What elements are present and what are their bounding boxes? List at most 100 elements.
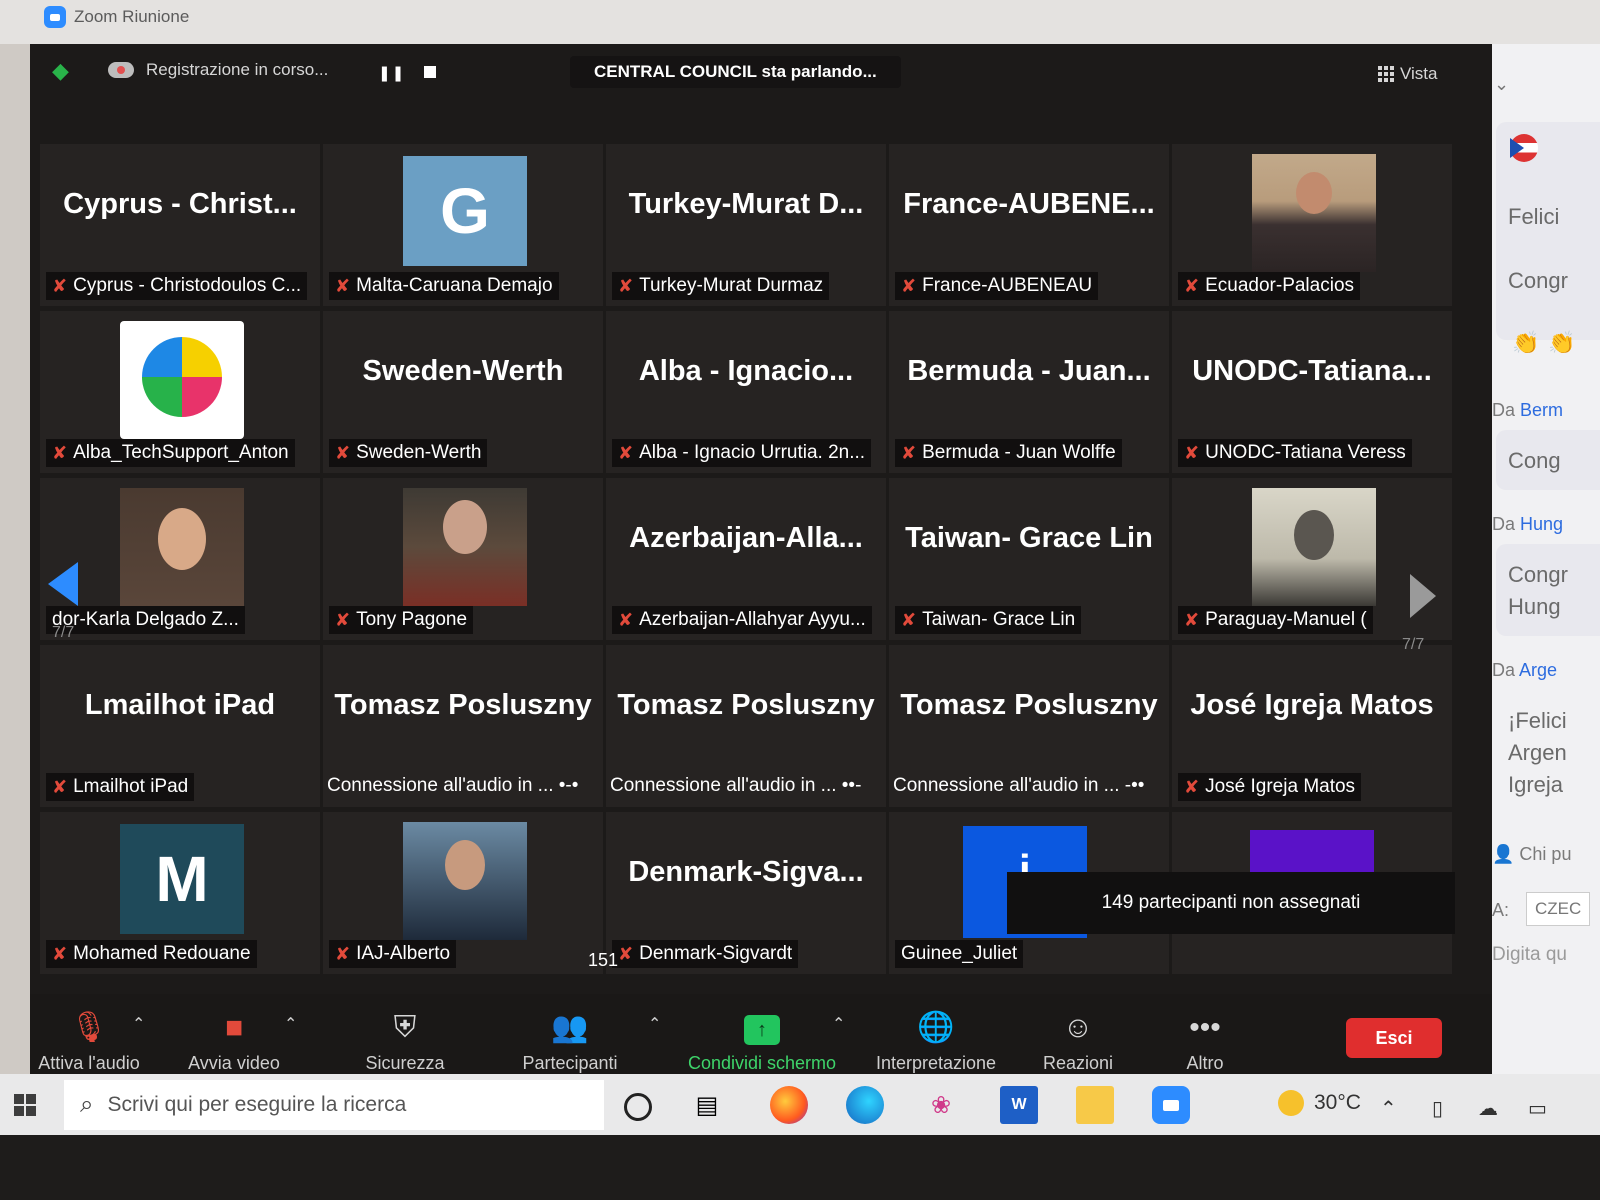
recording-status: Registrazione in corso... <box>146 60 329 79</box>
participant-tile[interactable]: M ✘ Mohamed Redouane <box>40 812 320 974</box>
reactions-button[interactable]: ☺ Reazioni <box>1038 994 1118 1082</box>
edge-icon[interactable] <box>846 1086 884 1124</box>
participant-name-label: ✘ Bermuda - Juan Wolffe <box>895 439 1122 467</box>
taskbar-search-input[interactable]: ⌕ Scrivi qui per eseguire la ricerca <box>64 1080 604 1130</box>
encryption-shield-icon[interactable]: ◆ <box>52 58 72 83</box>
participant-name-label: ✘ UNODC-Tatiana Veress <box>1178 439 1412 467</box>
participant-name-label: ✘ Mohamed Redouane <box>46 940 257 968</box>
participant-tile[interactable]: ✘ IAJ-Alberto <box>323 812 603 974</box>
participant-name-text: Tony Pagone <box>356 609 468 630</box>
unmute-button[interactable]: 🎙 Attiva l'audio <box>30 994 148 1082</box>
sun-icon <box>1278 1090 1304 1116</box>
muted-microphone-icon: 🎙 <box>69 1011 109 1044</box>
interpretation-button[interactable]: 🌐 Interpretazione <box>868 994 1004 1082</box>
video-options-caret-icon[interactable]: ⌃ <box>284 1014 297 1034</box>
meeting-window: ◆ Registrazione in corso... ❚❚ CENTRAL C… <box>30 44 1492 1074</box>
next-page-icon[interactable] <box>1410 574 1436 618</box>
pause-recording-icon[interactable]: ❚❚ <box>378 64 405 82</box>
word-icon[interactable]: W <box>1000 1086 1038 1124</box>
participant-name-text: France-AUBENEAU <box>922 275 1093 296</box>
task-view-icon[interactable]: ▤ <box>688 1086 726 1124</box>
security-button[interactable]: ⛨ Sicurezza <box>350 994 460 1082</box>
participant-tile[interactable]: Tomasz Posluszny Connessione all'audio in… <box>323 645 603 807</box>
participant-tile[interactable]: France-AUBENE... ✘ France-AUBENEAU <box>889 144 1169 306</box>
participant-display-name: Azerbaijan-Alla... <box>629 522 863 554</box>
participant-name-label: dor-Karla Delgado Z... <box>46 606 245 634</box>
participant-tile[interactable]: José Igreja Matos ✘ José Igreja Matos <box>1172 645 1452 807</box>
window-left-edge <box>0 44 30 1074</box>
participant-tile[interactable]: Denmark-Sigva... ✘ Denmark-Sigvardt <box>606 812 886 974</box>
participant-display-name: Taiwan- Grace Lin <box>905 522 1153 554</box>
previous-page-icon[interactable] <box>48 562 78 606</box>
participant-tile[interactable]: Tomasz Posluszny Connessione all'audio in… <box>606 645 886 807</box>
meeting-top-bar: ◆ Registrazione in corso... ❚❚ CENTRAL C… <box>30 44 1492 116</box>
zoom-app-icon[interactable] <box>1152 1086 1190 1124</box>
participant-name-label: ✘ Ecuador-Palacios <box>1178 272 1361 300</box>
cortana-icon[interactable] <box>624 1093 652 1121</box>
participant-tile[interactable]: dor-Karla Delgado Z... <box>40 478 320 640</box>
participant-tile[interactable]: Lmailhot iPad ✘ Lmailhot iPad <box>40 645 320 807</box>
participants-options-caret-icon[interactable]: ⌃ <box>648 1014 661 1034</box>
participant-tile[interactable]: ✘ Ecuador-Palacios <box>1172 144 1452 306</box>
participant-tile[interactable]: Azerbaijan-Alla... ✘ Azerbaijan-Allahyar A… <box>606 478 886 640</box>
tray-device-icon[interactable]: ▯ <box>1432 1096 1443 1121</box>
battery-icon[interactable]: ▭ <box>1528 1096 1547 1121</box>
participant-display-name: Denmark-Sigva... <box>628 856 864 888</box>
participant-name-label: ✘ Sweden-Werth <box>329 439 488 467</box>
view-button[interactable]: Vista <box>1378 64 1438 84</box>
participant-display-name: Alba - Ignacio... <box>638 355 854 387</box>
participant-tile[interactable]: Turkey-Murat D... ✘ Turkey-Murat Durmaz <box>606 144 886 306</box>
participants-count: 151 <box>588 950 619 970</box>
participant-name-label: ✘ Malta-Caruana Demajo <box>329 272 559 300</box>
participant-tile[interactable]: Cyprus - Christ... ✘ Cyprus - Christodoulo… <box>40 144 320 306</box>
desk-background <box>0 1135 1600 1200</box>
share-options-caret-icon[interactable]: ⌃ <box>832 1014 845 1034</box>
onedrive-cloud-icon[interactable]: ☁ <box>1478 1096 1498 1121</box>
unassigned-participants-notice[interactable]: 149 partecipanti non assegnati <box>1007 872 1455 934</box>
unmute-label: Attiva l'audio <box>38 1053 140 1073</box>
stop-recording-icon[interactable] <box>424 66 436 78</box>
participant-tile[interactable]: UNODC-Tatiana... ✘ UNODC-Tatiana Veress <box>1172 311 1452 473</box>
muted-mic-icon: ✘ <box>52 943 68 964</box>
chat-recipient-select[interactable]: CZEC <box>1526 892 1591 926</box>
start-video-button[interactable]: ■ Avvia video <box>180 994 288 1082</box>
leave-button[interactable]: Esci <box>1346 1018 1442 1058</box>
participant-tile[interactable]: ✘ Alba_TechSupport_Anton <box>40 311 320 473</box>
participant-video <box>1252 488 1376 606</box>
chat-message-text: ¡Felici <box>1508 708 1567 733</box>
participant-video <box>1252 154 1376 272</box>
file-explorer-icon[interactable] <box>1076 1086 1114 1124</box>
view-button-label: Vista <box>1400 64 1438 83</box>
muted-mic-icon: ✘ <box>335 275 351 296</box>
audio-options-caret-icon[interactable]: ⌃ <box>132 1014 145 1034</box>
participant-tile[interactable]: Tomasz Posluszny Connessione all'audio in… <box>889 645 1169 807</box>
more-button[interactable]: ••• Altro <box>1180 994 1230 1082</box>
snip-tool-icon[interactable]: ❀ <box>922 1086 960 1124</box>
chat-input[interactable]: Digita qu <box>1492 944 1567 966</box>
participant-tile[interactable]: Alba - Ignacio... ✘ Alba - Ignacio Urrutia… <box>606 311 886 473</box>
participant-tile[interactable]: Taiwan- Grace Lin ✘ Taiwan- Grace Lin <box>889 478 1169 640</box>
firefox-icon[interactable] <box>770 1086 808 1124</box>
participant-name-label: ✘ IAJ-Alberto <box>329 940 457 968</box>
share-screen-button[interactable]: ↑ Condividi schermo <box>680 994 844 1082</box>
participant-display-name: Tomasz Posluszny <box>617 689 875 721</box>
participants-button[interactable]: 👥 Partecipanti 151 <box>510 950 630 1082</box>
participant-tile[interactable]: ✘ Tony Pagone <box>323 478 603 640</box>
windows-start-icon[interactable] <box>14 1094 36 1116</box>
participant-name-text: Taiwan- Grace Lin <box>922 609 1076 630</box>
tray-chevron-icon[interactable]: ⌃ <box>1380 1096 1397 1121</box>
collapse-chevron-icon[interactable]: ⌄ <box>1494 74 1509 95</box>
participant-grid: Cyprus - Christ... ✘ Cyprus - Christodoulo… <box>40 144 1454 994</box>
participant-tile[interactable]: G ✘ Malta-Caruana Demajo <box>323 144 603 306</box>
participant-name-text: Lmailhot iPad <box>73 776 189 797</box>
participant-name-text: UNODC-Tatiana Veress <box>1205 442 1406 463</box>
muted-mic-icon: ✘ <box>618 275 634 296</box>
participant-tile[interactable]: Bermuda - Juan... ✘ Bermuda - Juan Wolffe <box>889 311 1169 473</box>
participant-tile[interactable]: Sweden-Werth ✘ Sweden-Werth <box>323 311 603 473</box>
weather-widget[interactable]: 30°C <box>1278 1090 1361 1116</box>
temperature: 30°C <box>1314 1091 1361 1114</box>
muted-mic-icon: ✘ <box>1184 609 1200 630</box>
chat-message-text: Cong <box>1508 448 1561 473</box>
participant-name-label: ✘ Lmailhot iPad <box>46 773 195 801</box>
participant-name-text: IAJ-Alberto <box>356 943 451 964</box>
